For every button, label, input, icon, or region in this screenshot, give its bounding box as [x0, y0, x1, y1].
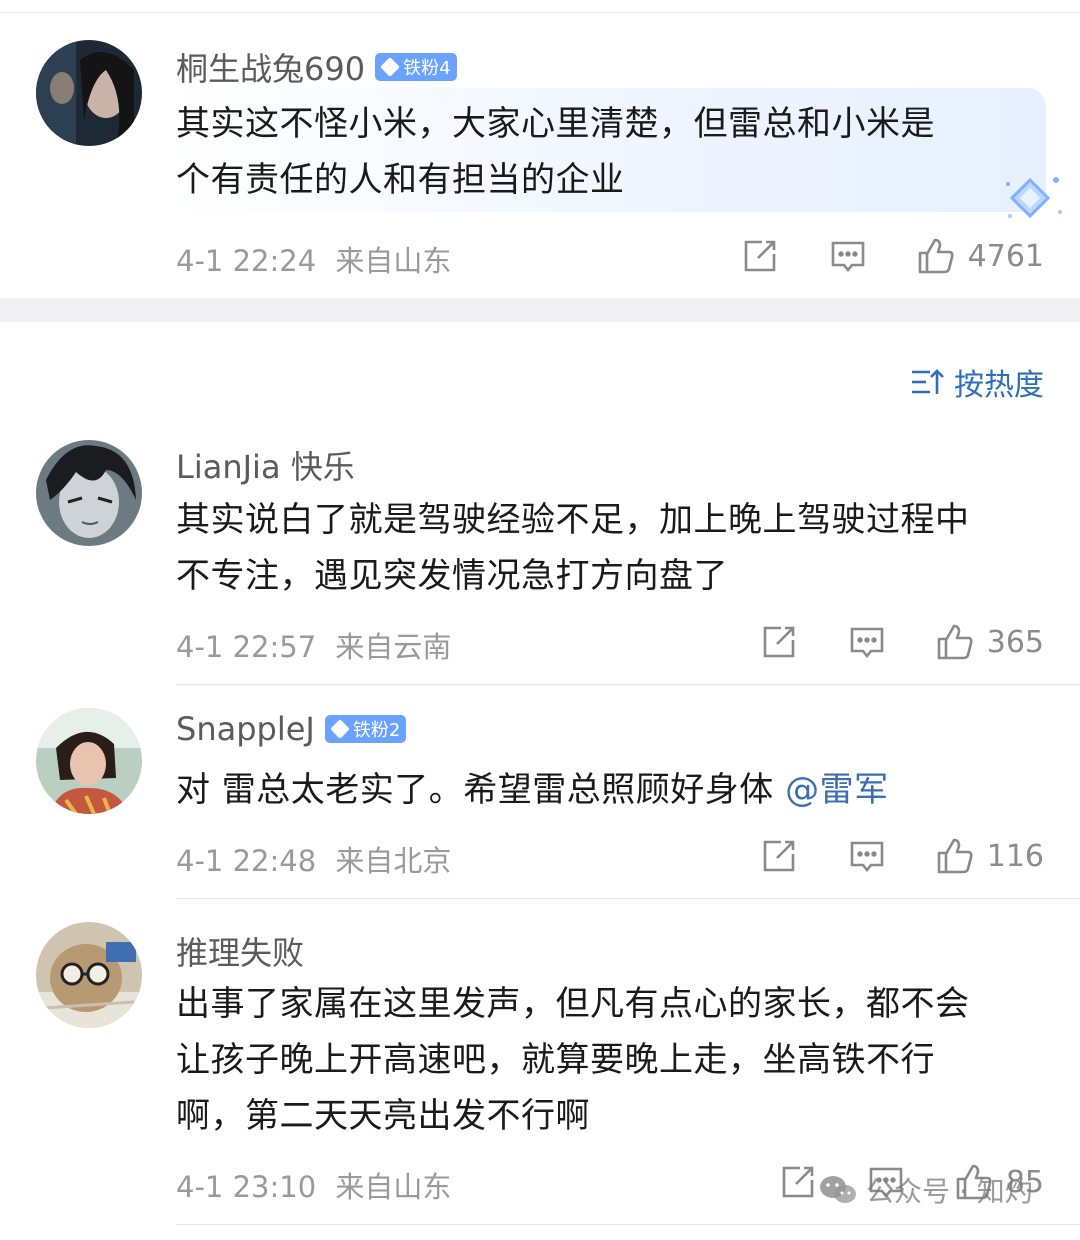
reply-icon[interactable] — [828, 236, 868, 276]
comment-meta: 4-1 22:48 来自北京 — [176, 838, 451, 880]
share-icon[interactable] — [759, 836, 799, 876]
username[interactable]: LianJia 快乐 — [176, 442, 355, 488]
timestamp: 4-1 22:57 — [176, 630, 317, 664]
fan-badge: 铁粉2 — [324, 715, 407, 743]
sort-by-hot-button[interactable]: 按热度 — [910, 360, 1044, 404]
like-icon[interactable] — [935, 836, 975, 876]
comment-actions: 116 — [711, 834, 1044, 878]
reply-icon[interactable] — [847, 836, 887, 876]
section-separator — [0, 298, 1080, 322]
watermark: 公众号 · 知灼 — [818, 1170, 1033, 1210]
like-icon[interactable] — [935, 622, 975, 662]
username[interactable]: 推理失败 — [176, 928, 304, 974]
username-text[interactable]: SnappleJ — [176, 710, 315, 748]
comment-line: 出事了家属在这里发声，但凡有点心的家长，都不会 — [176, 984, 970, 1024]
comment-divider — [176, 898, 1080, 899]
sort-label[interactable]: 按热度 — [954, 360, 1044, 404]
like-count: 365 — [986, 624, 1044, 660]
comment-meta: 4-1 23:10 来自山东 — [176, 1164, 451, 1206]
comment-line: 让孩子晚上开高速吧，就算要晚上走，坐高铁不行 — [176, 1040, 935, 1080]
comment-line: 其实说白了就是驾驶经验不足，加上晚上驾驶过程中 — [176, 500, 970, 540]
username[interactable]: SnappleJ 铁粉2 — [176, 710, 407, 748]
timestamp: 4-1 22:48 — [176, 844, 317, 878]
comment-line: 不专注，遇见突发情况急打方向盘了 — [176, 556, 728, 596]
avatar[interactable] — [36, 922, 142, 1028]
reply-icon[interactable] — [847, 622, 887, 662]
location: 来自北京 — [335, 844, 452, 878]
comment-text: 其实这不怪小米，大家心里清楚，但雷总和小米是 个有责任的人和有担当的企业 — [176, 96, 1056, 208]
sparkle-diamond-icon — [1006, 177, 1062, 219]
comment-meta: 4-1 22:24 来自山东 — [176, 238, 451, 280]
comment-line: 啊，第二天天亮出发不行啊 — [176, 1096, 590, 1136]
share-icon[interactable] — [778, 1162, 818, 1202]
comment-text: 出事了家属在这里发声，但凡有点心的家长，都不会 让孩子晚上开高速吧，就算要晚上走… — [176, 976, 1056, 1144]
comment-text: 对 雷总太老实了。希望雷总照顾好身体 @雷军 — [176, 762, 1056, 818]
comment-actions: 4761 — [692, 234, 1044, 278]
fan-badge: 铁粉4 — [375, 53, 457, 81]
comment-actions: 365 — [711, 620, 1044, 664]
avatar[interactable] — [36, 708, 142, 814]
avatar[interactable] — [36, 440, 142, 546]
username-text[interactable]: 推理失败 — [176, 928, 304, 974]
username-text[interactable]: 桐生战兔690 — [176, 44, 365, 90]
diamond-icon — [380, 57, 400, 77]
watermark-text: 公众号 · 知灼 — [866, 1175, 1033, 1208]
timestamp: 4-1 23:10 — [176, 1170, 317, 1204]
comment-text: 其实说白了就是驾驶经验不足，加上晚上驾驶过程中 不专注，遇见突发情况急打方向盘了 — [176, 492, 1056, 604]
share-icon[interactable] — [759, 622, 799, 662]
comment-divider — [176, 684, 1080, 685]
timestamp: 4-1 22:24 — [176, 244, 317, 278]
top-divider — [0, 12, 1080, 13]
username-text[interactable]: LianJia 快乐 — [176, 442, 355, 488]
location: 来自山东 — [335, 1170, 452, 1204]
like-count: 116 — [986, 838, 1044, 874]
fan-badge-label: 铁粉4 — [403, 58, 451, 79]
comment-divider — [176, 1224, 1080, 1225]
comment-line: 对 雷总太老实了。希望雷总照顾好身体 — [176, 770, 786, 810]
like-icon[interactable] — [916, 236, 956, 276]
fan-badge-label: 铁粉2 — [352, 720, 401, 741]
mention-link[interactable]: @雷军 — [785, 770, 889, 810]
comment-meta: 4-1 22:57 来自云南 — [176, 624, 451, 666]
diamond-icon — [329, 719, 350, 739]
location: 来自山东 — [335, 244, 452, 278]
location: 来自云南 — [335, 630, 452, 664]
wechat-icon — [820, 1176, 856, 1203]
comment-line: 个有责任的人和有担当的企业 — [176, 160, 625, 200]
avatar[interactable] — [36, 40, 142, 146]
share-icon[interactable] — [740, 236, 780, 276]
comment-line: 其实这不怪小米，大家心里清楚，但雷总和小米是 — [176, 104, 935, 144]
like-count: 4761 — [967, 238, 1044, 274]
sort-icon — [912, 369, 944, 394]
username[interactable]: 桐生战兔690 铁粉4 — [176, 44, 457, 90]
